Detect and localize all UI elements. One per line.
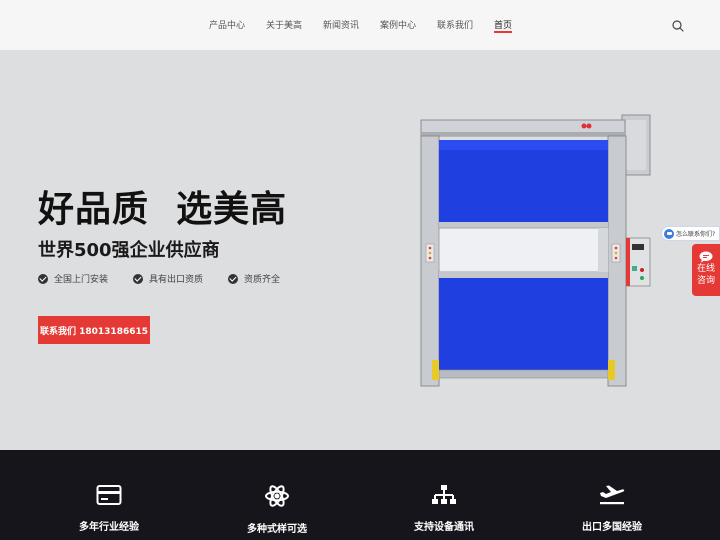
feature-item: 全国上门安装 [38, 272, 108, 285]
nav-item-products[interactable]: 产品中心 [209, 18, 245, 31]
feature-item: 资质齐全 [228, 272, 280, 285]
chat-prompt-text: 怎么联系你们? [676, 231, 716, 238]
advantage-item: 多年行业经验 [39, 484, 179, 533]
feature-item: 具有出口资质 [133, 272, 203, 285]
nav-item-home[interactable]: 首页 [494, 18, 513, 33]
advantage-label: 多种式样可选 [247, 524, 307, 535]
chat-icon [664, 228, 674, 239]
advantage-item: 出口多国经验 [542, 484, 682, 533]
site-header: 产品中心 关于美高 新闻资讯 案例中心 联系我们 首页 [0, 0, 720, 50]
contact-phone-button[interactable]: 联系我们 18013186615 [38, 316, 150, 344]
hero-banner: 好品质 选美高 世界500强企业供应商 全国上门安装 具有出口资质 资质齐全 联… [0, 50, 720, 450]
hero-subtitle: 世界500强企业供应商 [38, 240, 220, 261]
advantage-label: 多年行业经验 [79, 522, 139, 533]
search-button[interactable] [671, 18, 685, 32]
search-icon [672, 20, 684, 32]
nav-item-contact[interactable]: 联系我们 [437, 18, 473, 31]
feature-label: 全国上门安装 [54, 275, 109, 285]
advantage-label: 支持设备通讯 [414, 522, 474, 533]
atom-icon [265, 485, 289, 507]
active-underline [494, 31, 513, 33]
chat-prompt-bubble[interactable]: 怎么联系你们? [661, 226, 720, 241]
nav-item-about[interactable]: 关于美高 [266, 18, 302, 31]
check-icon [38, 273, 48, 284]
credit-card-icon [96, 485, 122, 505]
advantage-item: 多种式样可选 [207, 484, 347, 535]
consult-line1: 在线 [696, 264, 715, 274]
feature-label: 资质齐全 [244, 275, 281, 285]
online-consult-button[interactable]: 在线 咨询 [692, 244, 720, 296]
nav-item-home-label: 首页 [494, 21, 513, 31]
message-icon [699, 251, 713, 263]
feature-label: 具有出口资质 [149, 275, 204, 285]
advantage-label: 出口多国经验 [582, 522, 642, 533]
check-icon [228, 273, 238, 284]
airplane-icon [600, 485, 625, 505]
nav-item-news[interactable]: 新闻资讯 [323, 18, 359, 31]
main-nav: 产品中心 关于美高 新闻资讯 案例中心 联系我们 首页 [0, 0, 720, 50]
consult-line2: 咨询 [696, 276, 715, 286]
hero-title: 好品质 选美高 [38, 189, 288, 230]
advantage-item: 支持设备通讯 [374, 484, 514, 533]
network-icon [432, 485, 456, 504]
advantages-strip: 多年行业经验 多种式样可选 支持设备通讯 出口多国经验 [0, 450, 720, 540]
rollup-door-image [420, 114, 651, 387]
check-icon [133, 273, 143, 284]
nav-item-cases[interactable]: 案例中心 [380, 18, 416, 31]
